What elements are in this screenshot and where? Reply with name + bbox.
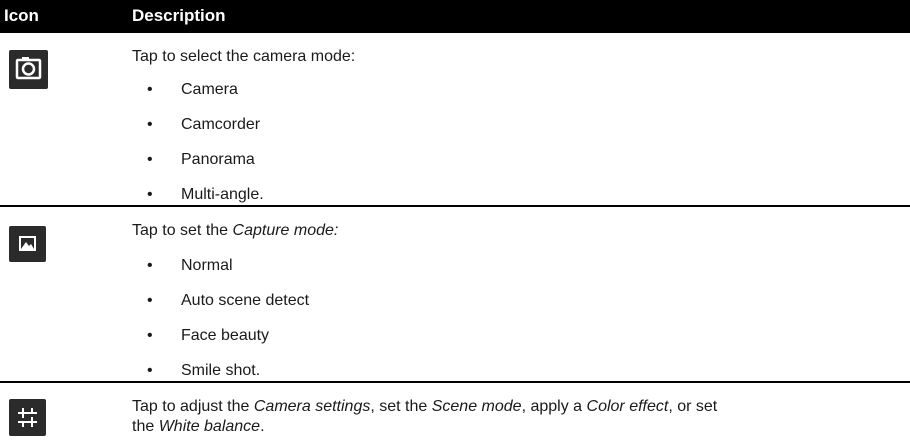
list-item: Auto scene detect — [147, 291, 309, 326]
settings-sliders-icon — [9, 399, 46, 436]
settings-text: , apply a — [521, 398, 587, 415]
capture-mode-list: Normal Auto scene detect Face beauty Smi… — [147, 256, 309, 396]
list-item: Smile shot. — [147, 361, 309, 396]
color-effect-emphasis: Color effect — [586, 398, 669, 415]
scene-mode-emphasis: Scene mode — [431, 398, 522, 415]
list-item: Face beauty — [147, 326, 309, 361]
row-divider — [0, 205, 910, 207]
settings-description: Tap to adjust the Camera settings, set t… — [132, 397, 902, 437]
settings-text: the — [132, 418, 159, 435]
list-item: Normal — [147, 256, 309, 291]
camera-mode-list: Camera Camcorder Panorama Multi-angle. — [147, 80, 264, 220]
white-balance-emphasis: White balance — [158, 418, 261, 435]
list-item: Panorama — [147, 150, 264, 185]
capture-mode-description: Tap to set the Capture mode: — [132, 221, 338, 241]
table-header: Icon Description — [0, 0, 910, 33]
header-description-label: Description — [132, 6, 226, 25]
camera-settings-emphasis: Camera settings — [253, 398, 371, 415]
capture-mode-colon: : — [333, 222, 339, 239]
settings-text: , set the — [370, 398, 432, 415]
list-item: Multi-angle. — [147, 185, 264, 220]
camera-icon — [9, 50, 48, 89]
list-item: Camera — [147, 80, 264, 115]
picture-icon — [9, 226, 46, 262]
settings-text: , or set — [668, 398, 718, 415]
settings-text: . — [260, 418, 265, 435]
row-divider — [0, 381, 910, 383]
camera-mode-description: Tap to select the camera mode: — [132, 48, 356, 65]
header-icon-label: Icon — [4, 6, 39, 25]
capture-mode-text: Tap to set the — [132, 222, 233, 239]
icon-description-table: Icon Description Tap to select the camer… — [0, 0, 910, 448]
settings-text: Tap to adjust the — [132, 398, 254, 415]
capture-mode-emphasis: Capture mode — [232, 222, 334, 239]
list-item: Camcorder — [147, 115, 264, 150]
